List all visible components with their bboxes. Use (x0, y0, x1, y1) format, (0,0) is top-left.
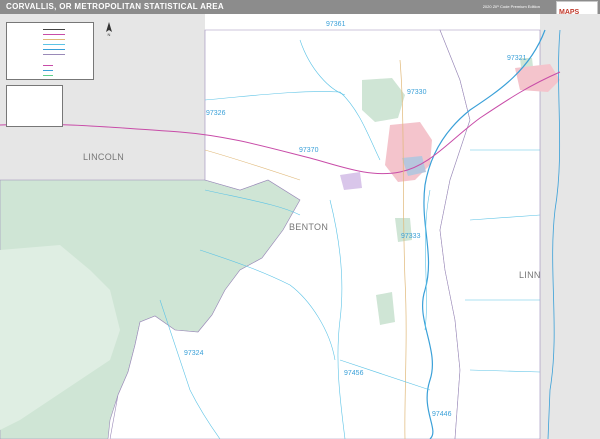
zip-label: 97446 (432, 411, 452, 418)
map-title: CORVALLIS, OR METROPOLITAN STATISTICAL A… (6, 2, 224, 11)
county-label-benton: BENTON (289, 222, 329, 232)
county-label-linn: LINN (519, 270, 541, 280)
title-bar: CORVALLIS, OR METROPOLITAN STATISTICAL A… (0, 0, 600, 14)
zip-label: 97456 (344, 370, 364, 377)
zip-label: 97321 (507, 55, 527, 62)
legend-sample-river (43, 49, 65, 50)
zip-label: 97333 (401, 233, 421, 240)
legend-sample-county (43, 29, 65, 30)
legend-sample-park (43, 75, 53, 76)
edition-label: 2020 ZIP Code Premium Edition (482, 4, 540, 9)
legend-sample-interstate (43, 65, 53, 66)
legend-sample-boundary (43, 54, 65, 55)
zip-label: 97370 (299, 147, 319, 154)
legend-sample-road (43, 39, 65, 40)
map-legend (6, 22, 94, 80)
zip-label: 97324 (184, 350, 204, 357)
philomath-urban (340, 172, 362, 190)
legend-sample-zip (43, 44, 65, 45)
outside-north (205, 14, 540, 30)
zip-label: 97330 (407, 89, 427, 96)
zip-label: 97326 (206, 110, 226, 117)
county-label-lincoln: LINCOLN (83, 152, 125, 162)
svg-text:N: N (108, 32, 111, 37)
legend-sample-water (43, 70, 53, 71)
legend-sample-highway (43, 34, 65, 35)
zip-label: 97361 (326, 21, 346, 28)
map-frame: CORVALLIS, OR METROPOLITAN STATISTICAL A… (0, 0, 600, 439)
place-index-table (6, 85, 63, 127)
